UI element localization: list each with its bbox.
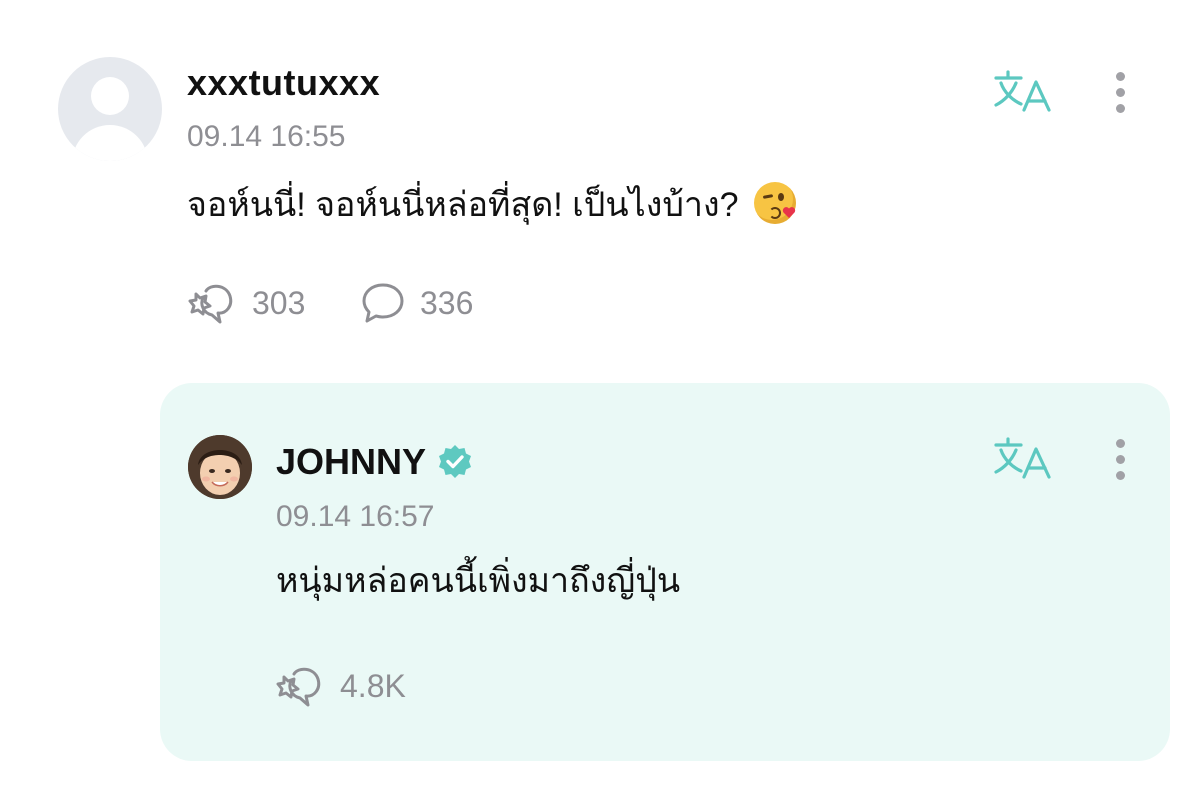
- reply-message: หนุ่มหล่อคนนี้เพิ่งมาถึงญี่ปุ่น: [276, 562, 681, 600]
- comment-message: จอห์นนี่! จอห์นนี่หล่อที่สุด! เป็นไงบ้าง…: [187, 182, 796, 227]
- avatar[interactable]: [188, 435, 252, 499]
- repost-icon: [188, 284, 233, 324]
- artist-reply-card: JOHNNY 09.14 16:57 หนุ่มหล่อคนนี้เพิ่งมา…: [160, 383, 1170, 761]
- repost-icon: [276, 667, 321, 707]
- verified-badge-icon: [439, 445, 472, 478]
- reply-count: 336: [420, 284, 474, 321]
- comment-timestamp: 09.14 16:55: [187, 120, 346, 153]
- more-options-icon[interactable]: [1112, 437, 1128, 483]
- translate-icon[interactable]: [994, 68, 1052, 114]
- reply-username[interactable]: JOHNNY: [276, 441, 474, 483]
- comment-username[interactable]: xxxtutuxxx: [187, 62, 380, 104]
- avatar[interactable]: [58, 57, 162, 161]
- kiss-emoji-icon: [753, 182, 796, 224]
- translate-icon[interactable]: [994, 435, 1052, 481]
- repost-count: 4.8K: [340, 667, 406, 704]
- reply-username-text: JOHNNY: [276, 441, 427, 482]
- more-options-icon[interactable]: [1112, 70, 1128, 116]
- repost-button[interactable]: 303: [188, 280, 305, 326]
- comment-message-text: จอห์นนี่! จอห์นนี่หล่อที่สุด! เป็นไงบ้าง…: [187, 186, 739, 224]
- repost-count: 303: [252, 284, 306, 321]
- reply-button[interactable]: 336: [360, 280, 473, 326]
- repost-button[interactable]: 4.8K: [276, 663, 406, 709]
- fan-comment: xxxtutuxxx 09.14 16:55 จอห์นนี่! จอห์นนี…: [0, 0, 1200, 360]
- speech-bubble-icon: [362, 283, 404, 323]
- reply-timestamp: 09.14 16:57: [276, 500, 435, 533]
